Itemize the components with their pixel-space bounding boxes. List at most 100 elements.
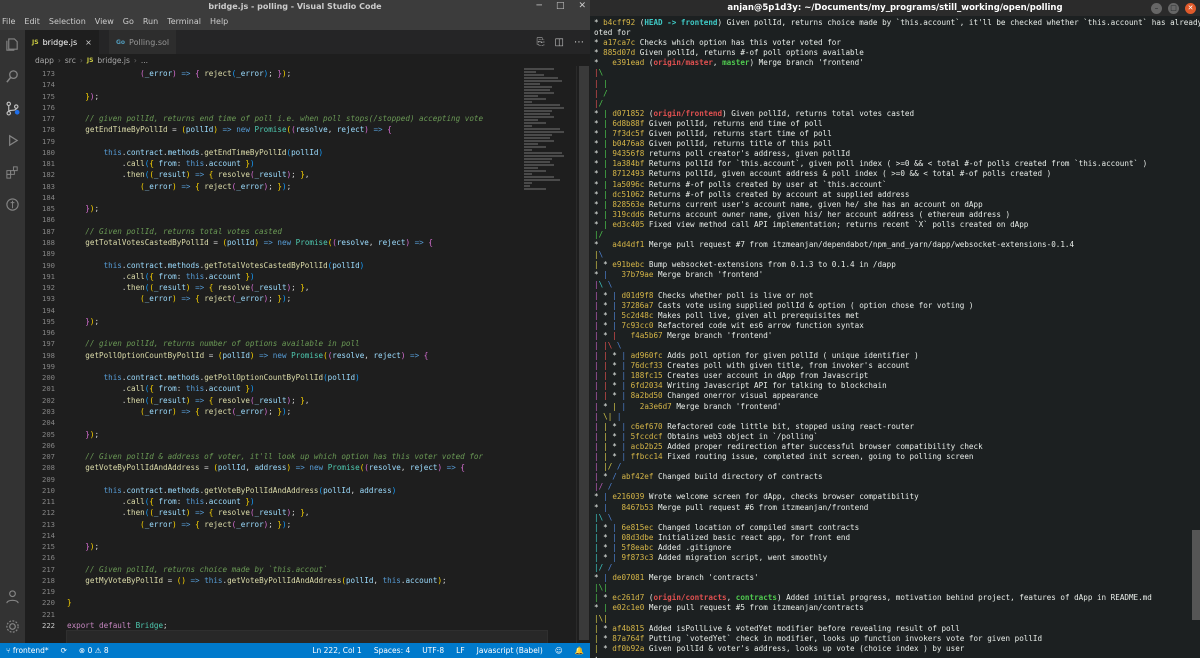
line-number: 193: [42, 294, 55, 304]
error-count: 0: [87, 646, 93, 655]
git-log-line: | |\ \: [594, 341, 622, 350]
code-lines[interactable]: (_error) => { reject(_error); }); }); //…: [66, 68, 548, 643]
split-editor-icon[interactable]: ◫: [555, 37, 564, 48]
git-log-line: * e391ead (origin/master, master) Merge …: [594, 58, 864, 68]
menu-go[interactable]: Go: [123, 17, 134, 26]
more-actions-icon[interactable]: ⋯: [574, 37, 584, 48]
line-number: 186: [42, 215, 55, 225]
menu-terminal[interactable]: Terminal: [167, 17, 201, 26]
end-of-line[interactable]: LF: [450, 646, 471, 655]
git-log-line: |\ \: [594, 512, 613, 522]
line-number: 219: [42, 587, 55, 597]
account-icon[interactable]: [0, 584, 25, 608]
git-log-line: | | * | c6ef670 Refactored code little b…: [594, 421, 915, 431]
code-line: }: [67, 598, 72, 608]
breadcrumb-item[interactable]: ...: [141, 56, 148, 65]
minimap-line: [524, 170, 546, 172]
feedback-icon[interactable]: ☺: [549, 646, 569, 655]
code-editor[interactable]: 173 174 175 176 177 178 179 180 181 182 183 184 185 1…: [25, 66, 590, 643]
git-log-line: |/ /: [594, 482, 613, 492]
run-debug-icon[interactable]: [0, 128, 25, 152]
terminal-output[interactable]: * b4cff92 (HEAD -> frontend) Given pollI…: [590, 18, 1200, 658]
menu-run[interactable]: Run: [143, 17, 158, 26]
menu-bar: File Edit Selection View Go Run Terminal…: [0, 13, 590, 30]
line-number: 209: [42, 474, 55, 484]
git-log-line: * | 7f3dc5f Given pollId, returns start …: [594, 129, 832, 139]
terminal-window: anjan@5p1d3y: ~/Documents/my_programs/st…: [590, 0, 1200, 658]
window-controls: ─ □ ✕: [537, 0, 586, 13]
minimap-line: [524, 98, 546, 100]
language-mode[interactable]: Javascript (Babel): [471, 646, 549, 655]
cursor-position[interactable]: Ln 222, Col 1: [306, 646, 367, 655]
minimap[interactable]: [524, 68, 564, 368]
explorer-icon[interactable]: [0, 32, 25, 56]
breadcrumb-item[interactable]: src: [65, 56, 76, 65]
tab-polling-sol[interactable]: Go Polling.sol: [109, 30, 177, 54]
minimap-line: [524, 77, 558, 79]
git-log-line: * a17ca7c Checks which option has this v…: [594, 38, 841, 48]
maximize-icon[interactable]: □: [1168, 2, 1179, 14]
encoding[interactable]: UTF-8: [416, 646, 450, 655]
git-log-line: * a4d4df1 Merge pull request #7 from itz…: [594, 240, 1075, 250]
git-log-line: * | e02c1e0 Merge pull request #5 from i…: [594, 603, 864, 613]
editor-scrollbar[interactable]: [576, 66, 590, 643]
tab-label: Polling.sol: [129, 37, 170, 47]
git-log-line: * | 6d8b88f Given pollId, returns end ti…: [594, 118, 823, 128]
git-log-line: | * | f4a5b67 Merge branch 'frontend': [594, 330, 773, 340]
git-log-line: | * df0b92a Given pollId & voter's addre…: [594, 643, 965, 653]
scrollbar-thumb[interactable]: [579, 66, 589, 640]
git-log-line: * | 319cdd6 Returns account owner name, …: [594, 209, 1011, 219]
close-tab-icon[interactable]: ×: [85, 38, 92, 47]
remote-explorer-icon[interactable]: [0, 192, 25, 216]
git-log-line: | * | d01d9f8 Checks whether poll is liv…: [594, 290, 814, 300]
minimize-icon[interactable]: –: [1151, 2, 1162, 14]
code-line: this.contract.methods.getEndTimeByPollId…: [103, 147, 324, 157]
close-icon[interactable]: ✕: [578, 0, 586, 13]
breadcrumb: dapp › src › JS bridge.js › ...: [25, 54, 590, 66]
notifications-bell-icon[interactable]: 🔔: [569, 646, 590, 655]
terminal-scrollbar[interactable]: [1192, 530, 1200, 620]
git-log-line: * | ed3c405 Fixed view method call API i…: [594, 219, 1029, 229]
line-number: 199: [42, 361, 55, 371]
branch-indicator[interactable]: ⑂ frontend*: [0, 646, 55, 655]
git-log-line: * | 8467b53 Merge pull request #6 from i…: [594, 502, 869, 512]
git-log-line: * | b0476a8 Given pollId, returns title …: [594, 139, 832, 149]
menu-edit[interactable]: Edit: [24, 17, 40, 26]
settings-gear-icon[interactable]: [0, 614, 25, 638]
problems-indicator[interactable]: ⊗ 0 ⚠ 8: [73, 646, 115, 655]
menu-help[interactable]: Help: [210, 17, 228, 26]
extensions-icon[interactable]: [0, 160, 25, 184]
git-log-line: :: [594, 654, 1200, 658]
close-icon[interactable]: ✕: [1185, 2, 1196, 14]
code-line: (_error) => { reject(_error); });: [140, 406, 292, 416]
open-changes-icon[interactable]: ⎘: [537, 37, 545, 48]
tab-bridge-js[interactable]: JS bridge.js ×: [25, 30, 99, 54]
sync-icon[interactable]: ⟳: [55, 646, 73, 655]
minimize-icon[interactable]: ─: [537, 0, 542, 13]
breadcrumb-item[interactable]: bridge.js: [97, 56, 129, 65]
breadcrumb-item[interactable]: dapp: [35, 56, 54, 65]
minimap-line: [524, 188, 546, 190]
git-log-line: oted for: [594, 28, 631, 38]
line-number: 203: [42, 406, 55, 416]
maximize-icon[interactable]: □: [556, 0, 565, 13]
line-number: 182: [42, 170, 55, 180]
minimap-line: [524, 89, 550, 91]
indentation[interactable]: Spaces: 4: [368, 646, 416, 655]
line-number: 184: [42, 192, 55, 202]
git-log-line: | * e91bebc Bump websocket-extensions fr…: [594, 260, 896, 270]
menu-file[interactable]: File: [2, 17, 15, 26]
menu-selection[interactable]: Selection: [49, 17, 86, 26]
line-number: 185: [42, 204, 55, 214]
search-icon[interactable]: [0, 64, 25, 88]
minimap-line: [524, 86, 552, 88]
minimap-line: [524, 113, 550, 115]
source-control-icon[interactable]: [0, 96, 25, 120]
code-line: // given pollId, returns number of optio…: [85, 339, 360, 349]
code-line: getMyVoteByPollId = () => this.getVoteBy…: [85, 575, 447, 585]
git-log-line: | * | 5c2d48c Makes poll live, given all…: [594, 310, 860, 320]
menu-view[interactable]: View: [95, 17, 114, 26]
